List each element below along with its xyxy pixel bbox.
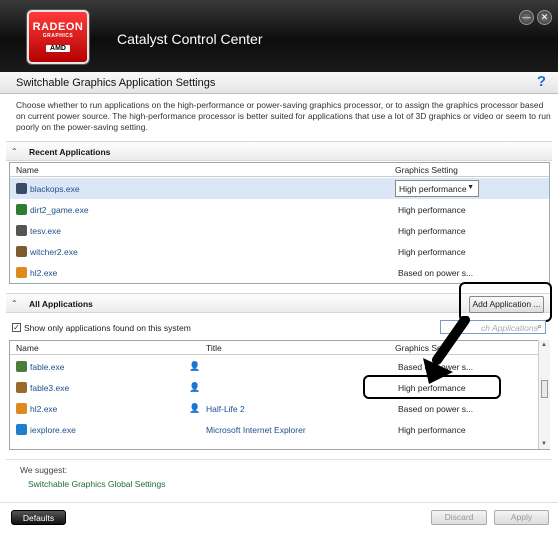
blackops-icon [16, 183, 27, 194]
chevron-down-icon[interactable]: ▼ [467, 184, 474, 191]
radeon-logo: RADEON GRAPHICS AMD [27, 10, 89, 64]
all-applications-label: All Applications [29, 299, 93, 309]
amd-badge: AMD [46, 45, 70, 52]
app-name: fable3.exe [30, 383, 70, 393]
table-row[interactable]: blackops.exe High performance ▼ [10, 178, 549, 199]
discard-button[interactable]: Discard [431, 510, 487, 525]
suggest-label: We suggest: [20, 465, 68, 475]
help-icon[interactable]: ? [537, 73, 546, 90]
dirt2-icon [16, 204, 27, 215]
table-row[interactable]: tesv.exe High performance [10, 220, 549, 241]
graphics-setting[interactable]: Based on power s... [398, 268, 473, 278]
graphics-setting-dropdown[interactable]: High performance ▼ [395, 180, 479, 197]
app-name: iexplore.exe [30, 425, 76, 435]
scroll-down-icon[interactable]: ▼ [541, 441, 547, 447]
column-header-name[interactable]: Name [16, 343, 39, 353]
table-row[interactable]: hl2.exe Based on power s... [10, 262, 549, 283]
global-settings-link[interactable]: Switchable Graphics Global Settings [28, 479, 166, 489]
ie-icon [16, 424, 27, 435]
app-name: dirt2_game.exe [30, 205, 89, 215]
logo-subtext: GRAPHICS [42, 33, 74, 39]
table-header: Name Graphics Setting [10, 163, 549, 177]
app-title: Half-Life 2 [206, 404, 245, 414]
app-name: fable.exe [30, 362, 65, 372]
column-header-name[interactable]: Name [16, 165, 39, 175]
scroll-up-icon[interactable]: ▲ [541, 342, 547, 348]
user-icon: 👤 [189, 403, 201, 413]
logo-text: RADEON [32, 21, 84, 33]
app-name: witcher2.exe [30, 247, 78, 257]
recent-applications-header[interactable]: ⌃ Recent Applications [6, 141, 552, 161]
half-life-icon [16, 403, 27, 414]
close-button[interactable]: ✕ [537, 10, 552, 25]
search-placeholder: ch Applications [481, 323, 538, 333]
footer-bar: Defaults Discard Apply [0, 502, 558, 535]
user-icon: 👤 [189, 382, 201, 392]
show-found-only-label: Show only applications found on this sys… [24, 323, 191, 333]
graphics-setting[interactable]: High performance [398, 425, 466, 435]
column-header-title[interactable]: Title [206, 343, 222, 353]
table-row[interactable]: dirt2_game.exe High performance [10, 199, 549, 220]
user-icon: 👤 [189, 361, 201, 371]
collapse-chevron-icon[interactable]: ⌃ [11, 299, 18, 308]
title-bar: RADEON GRAPHICS AMD Catalyst Control Cen… [0, 0, 558, 72]
apply-button[interactable]: Apply [494, 510, 549, 525]
dropdown-value: High performance [399, 184, 467, 194]
recent-applications-label: Recent Applications [29, 147, 111, 157]
suggestion-panel: We suggest: Switchable Graphics Global S… [6, 459, 552, 498]
graphics-setting[interactable]: High performance [398, 226, 466, 236]
app-name: blackops.exe [30, 184, 80, 194]
recent-applications-table: Name Graphics Setting blackops.exe High p… [9, 162, 550, 284]
page-header: Switchable Graphics Application Settings… [0, 72, 558, 94]
table-row[interactable]: witcher2.exe High performance [10, 241, 549, 262]
half-life-icon [16, 267, 27, 278]
table-row[interactable]: hl2.exe 👤 Half-Life 2 Based on power s... [10, 398, 549, 419]
app-title: Microsoft Internet Explorer [206, 425, 306, 435]
minimize-button[interactable]: — [519, 10, 534, 25]
annotation-arrow-icon [423, 316, 470, 384]
table-row[interactable]: iexplore.exe Microsoft Internet Explorer H… [10, 419, 549, 440]
graphics-setting[interactable]: Based on power s... [398, 404, 473, 414]
page-description: Choose whether to run applications on th… [16, 100, 551, 132]
witcher-icon [16, 246, 27, 257]
collapse-chevron-icon[interactable]: ⌃ [11, 147, 18, 156]
app-name: tesv.exe [30, 226, 62, 236]
fable-icon [16, 361, 27, 372]
graphics-setting[interactable]: High performance [398, 205, 466, 215]
app-name: hl2.exe [30, 268, 58, 278]
defaults-button[interactable]: Defaults [11, 510, 66, 525]
graphics-setting[interactable]: High performance [398, 247, 466, 257]
scroll-thumb[interactable] [541, 380, 548, 398]
app-name: hl2.exe [30, 404, 58, 414]
app-title: Catalyst Control Center [117, 31, 263, 47]
show-found-only-checkbox[interactable]: ✓ [12, 323, 21, 332]
fable3-icon [16, 382, 27, 393]
vertical-scrollbar[interactable]: ▲ ▼ [538, 340, 550, 449]
column-header-graphics-setting[interactable]: Graphics Setting [395, 165, 458, 175]
search-icon[interactable]: ⌕ [537, 321, 542, 332]
skyrim-icon [16, 225, 27, 236]
page-title: Switchable Graphics Application Settings [16, 77, 216, 89]
